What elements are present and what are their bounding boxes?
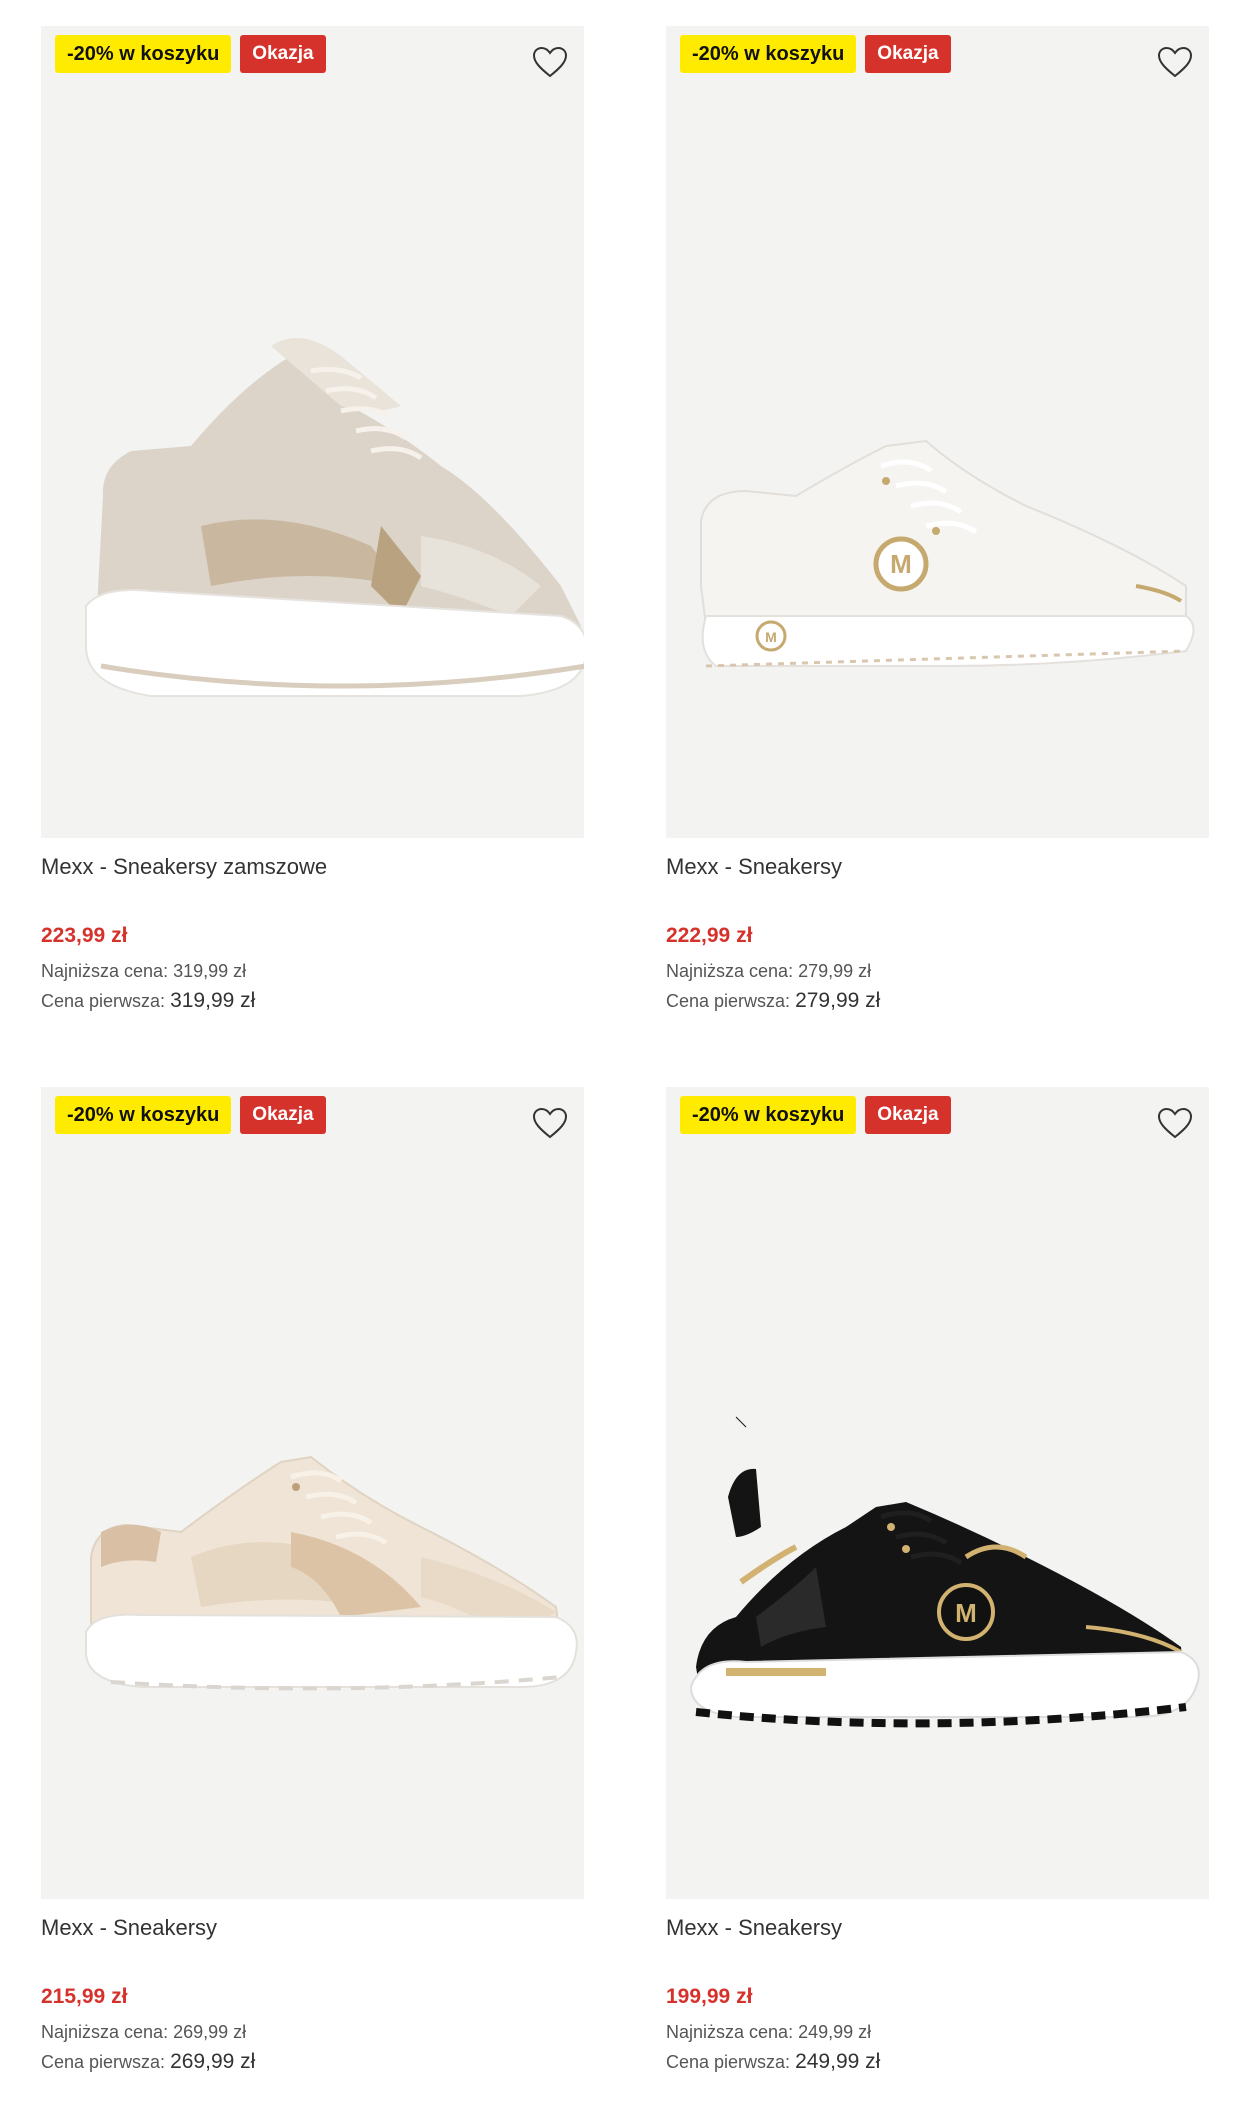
first-price-value: 269,99 zł xyxy=(170,2050,256,2073)
product-name[interactable]: Mexx - Sneakersy zamszowe xyxy=(41,852,584,882)
product-image: M xyxy=(689,1416,1200,1728)
promo-badge: -20% w koszyku xyxy=(680,35,857,73)
lowest-price: Najniższa cena: 319,99 zł xyxy=(41,956,584,986)
first-price-label: Cena pierwsza: xyxy=(41,2052,166,2072)
badges: -20% w koszyku Okazja xyxy=(680,1096,951,1134)
promo-badge: -20% w koszyku xyxy=(55,35,232,73)
sale-price: 199,99 zł xyxy=(666,1985,753,2008)
deal-badge: Okazja xyxy=(240,35,326,73)
first-price-label: Cena pierwsza: xyxy=(666,991,791,1011)
badges: -20% w koszyku Okazja xyxy=(55,35,326,73)
product-image-link[interactable]: M M -20% w koszyku Okazja xyxy=(666,26,1209,838)
lowest-price-value: 319,99 zł xyxy=(173,961,247,981)
lowest-price: Najniższa cena: 269,99 zł xyxy=(41,2017,584,2047)
product-image xyxy=(85,338,584,697)
heart-icon[interactable] xyxy=(1155,42,1195,82)
product-name[interactable]: Mexx - Sneakersy xyxy=(666,852,1209,882)
svg-text:M: M xyxy=(955,1598,977,1628)
product-card: M -20% w koszyku Okazja Mexx - Sneakersy… xyxy=(666,1087,1209,2077)
badges: -20% w koszyku Okazja xyxy=(55,1096,326,1134)
product-name[interactable]: Mexx - Sneakersy xyxy=(41,1913,584,1943)
svg-text:M: M xyxy=(765,629,777,645)
heart-icon[interactable] xyxy=(530,1103,570,1143)
lowest-price-label: Najniższa cena: xyxy=(41,2022,169,2042)
lowest-price-label: Najniższa cena: xyxy=(666,2022,794,2042)
first-price-value: 319,99 zł xyxy=(170,989,256,1012)
promo-badge: -20% w koszyku xyxy=(55,1096,232,1134)
lowest-price-label: Najniższa cena: xyxy=(41,961,169,981)
lowest-price-value: 249,99 zł xyxy=(798,2022,872,2042)
sale-price: 223,99 zł xyxy=(41,924,128,947)
product-card: -20% w koszyku Okazja Mexx - Sneakersy z… xyxy=(41,26,584,1016)
lowest-price-label: Najniższa cena: xyxy=(666,961,794,981)
product-image-link[interactable]: M -20% w koszyku Okazja xyxy=(666,1087,1209,1899)
product-image: M M xyxy=(700,439,1195,668)
heart-icon[interactable] xyxy=(1155,1103,1195,1143)
heart-icon[interactable] xyxy=(530,42,570,82)
first-price-label: Cena pierwsza: xyxy=(666,2052,791,2072)
first-price: Cena pierwsza: 279,99 zł xyxy=(666,986,1209,1016)
product-image-link[interactable]: -20% w koszyku Okazja xyxy=(41,1087,584,1899)
first-price-label: Cena pierwsza: xyxy=(41,991,166,1011)
product-image xyxy=(85,1455,578,1691)
first-price: Cena pierwsza: 249,99 zł xyxy=(666,2047,1209,2077)
product-card: M M -20% w koszyku Okazja Mexx - Sneaker… xyxy=(666,26,1209,1016)
svg-text:M: M xyxy=(890,549,912,579)
first-price: Cena pierwsza: 319,99 zł xyxy=(41,986,584,1016)
sale-price: 222,99 zł xyxy=(666,924,753,947)
promo-badge: -20% w koszyku xyxy=(680,1096,857,1134)
deal-badge: Okazja xyxy=(865,35,951,73)
lowest-price-value: 269,99 zł xyxy=(173,2022,247,2042)
deal-badge: Okazja xyxy=(240,1096,326,1134)
lowest-price-value: 279,99 zł xyxy=(798,961,872,981)
first-price-value: 249,99 zł xyxy=(795,2050,881,2073)
deal-badge: Okazja xyxy=(865,1096,951,1134)
first-price-value: 279,99 zł xyxy=(795,989,881,1012)
product-image-link[interactable]: -20% w koszyku Okazja xyxy=(41,26,584,838)
sale-price: 215,99 zł xyxy=(41,1985,128,2008)
product-grid: -20% w koszyku Okazja Mexx - Sneakersy z… xyxy=(0,0,1250,2123)
product-card: -20% w koszyku Okazja Mexx - Sneakersy 2… xyxy=(41,1087,584,2077)
badges: -20% w koszyku Okazja xyxy=(680,35,951,73)
lowest-price: Najniższa cena: 249,99 zł xyxy=(666,2017,1209,2047)
product-name[interactable]: Mexx - Sneakersy xyxy=(666,1913,1209,1943)
first-price: Cena pierwsza: 269,99 zł xyxy=(41,2047,584,2077)
lowest-price: Najniższa cena: 279,99 zł xyxy=(666,956,1209,986)
